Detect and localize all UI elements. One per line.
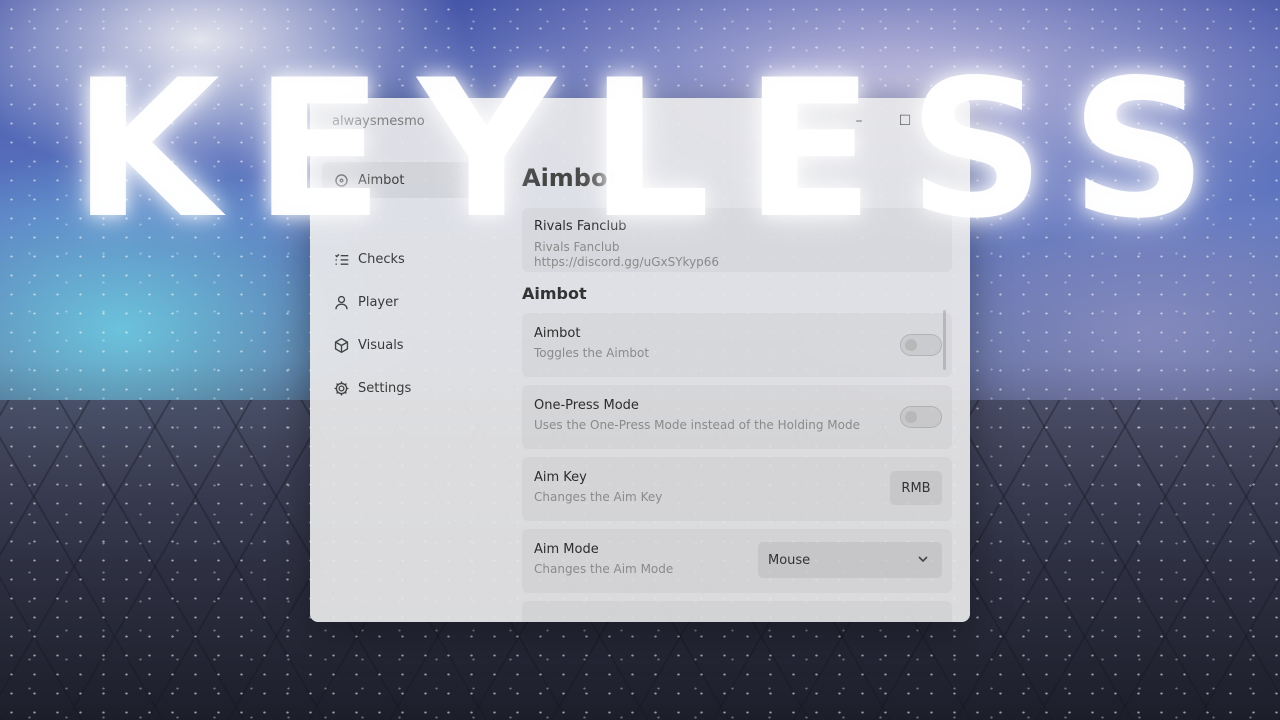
setting-aim-mode: Aim Mode Changes the Aim Mode Mouse [522, 529, 952, 593]
sidebar-item-visuals[interactable]: Visuals [322, 327, 500, 363]
user-icon [332, 293, 350, 311]
setting-aimbot: Aimbot Toggles the Aimbot [522, 313, 952, 377]
sidebar-item-settings[interactable]: Settings [322, 370, 500, 406]
section-title: Aimbot [522, 284, 587, 303]
sidebar-item-label: Visuals [358, 337, 404, 353]
sidebar-item-player[interactable]: Player [322, 284, 500, 320]
setting-description: Uses the One-Press Mode instead of the H… [534, 418, 860, 432]
setting-next [522, 601, 952, 622]
sidebar-item-label: Player [358, 294, 399, 310]
setting-description: Toggles the Aimbot [534, 346, 650, 360]
aim-key-button[interactable]: RMB [890, 471, 942, 505]
aim-mode-dropdown[interactable]: Mouse [758, 542, 942, 578]
overlay-title: KEYLESS [72, 39, 1242, 260]
dropdown-value: Mouse [768, 552, 811, 568]
cube-icon [332, 336, 350, 354]
setting-aim-key: Aim Key Changes the Aim Key RMB [522, 457, 952, 521]
setting-title: One-Press Mode [534, 398, 639, 413]
setting-one-press-mode: One-Press Mode Uses the One-Press Mode i… [522, 385, 952, 449]
chevron-down-icon [918, 556, 928, 563]
aimbot-toggle[interactable] [900, 334, 942, 356]
setting-title: Aimbot [534, 326, 581, 341]
one-press-mode-toggle[interactable] [900, 406, 942, 428]
setting-title: Aim Key [534, 470, 587, 485]
scrollbar[interactable] [943, 310, 946, 370]
setting-description: Changes the Aim Key [534, 490, 663, 504]
gear-icon [332, 379, 350, 397]
sidebar-item-label: Settings [358, 380, 412, 396]
